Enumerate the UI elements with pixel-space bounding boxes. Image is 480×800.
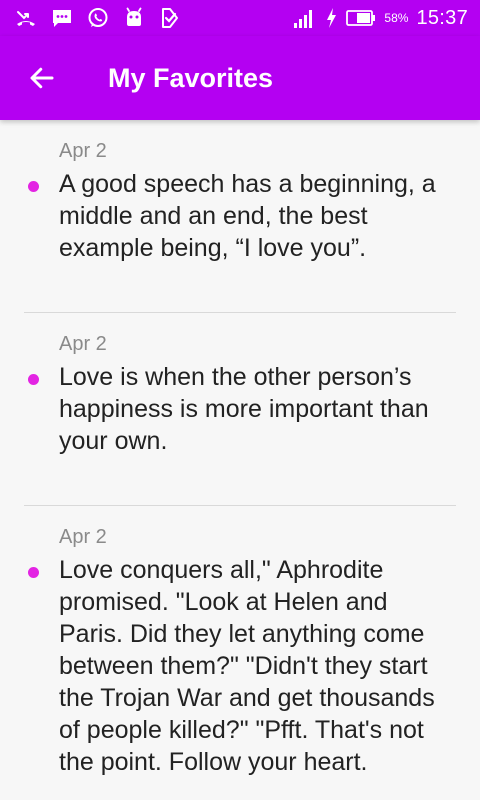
list-item[interactable]: Apr 2 Love is when the other person’s ha… <box>24 313 456 506</box>
battery-percent: 58% <box>384 11 409 25</box>
status-time: 15:37 <box>416 6 468 29</box>
status-bar: 58% 15:37 <box>0 0 480 36</box>
check-list-icon <box>158 6 182 30</box>
missed-call-icon <box>14 6 38 30</box>
charging-icon <box>324 6 338 30</box>
quote-text: Love conquers all," Aphrodite promised. … <box>59 556 435 776</box>
quote-row: Love is when the other person’s happines… <box>24 361 456 457</box>
list-item[interactable]: Apr 2 Love conquers all," Aphrodite prom… <box>24 506 456 800</box>
bullet-dot-icon <box>28 181 39 192</box>
signal-icon <box>292 6 316 30</box>
battery-icon <box>346 6 376 30</box>
app-bar: My Favorites <box>0 36 480 120</box>
android-icon <box>122 6 146 30</box>
list-item[interactable]: Apr 2 A good speech has a beginning, a m… <box>24 120 456 313</box>
quote-text: A good speech has a beginning, a middle … <box>59 170 436 262</box>
quote-date: Apr 2 <box>59 526 107 548</box>
bullet-dot-icon <box>28 374 39 385</box>
quote-row: A good speech has a beginning, a middle … <box>24 168 456 264</box>
back-button[interactable] <box>14 50 70 106</box>
whatsapp-icon <box>86 6 110 30</box>
arrow-left-icon <box>27 63 57 93</box>
notification-icons <box>14 6 182 30</box>
quote-row: Love conquers all," Aphrodite promised. … <box>24 554 456 778</box>
system-status: 58% 15:37 <box>292 6 468 30</box>
quote-date: Apr 2 <box>59 140 107 162</box>
favorites-list-container[interactable]: Apr 2 A good speech has a beginning, a m… <box>0 120 480 800</box>
page-title: My Favorites <box>108 62 274 93</box>
message-icon <box>50 6 74 30</box>
quote-text: Love is when the other person’s happines… <box>59 363 429 455</box>
quote-date: Apr 2 <box>59 333 107 355</box>
bullet-dot-icon <box>28 567 39 578</box>
favorites-list: Apr 2 A good speech has a beginning, a m… <box>0 120 480 800</box>
